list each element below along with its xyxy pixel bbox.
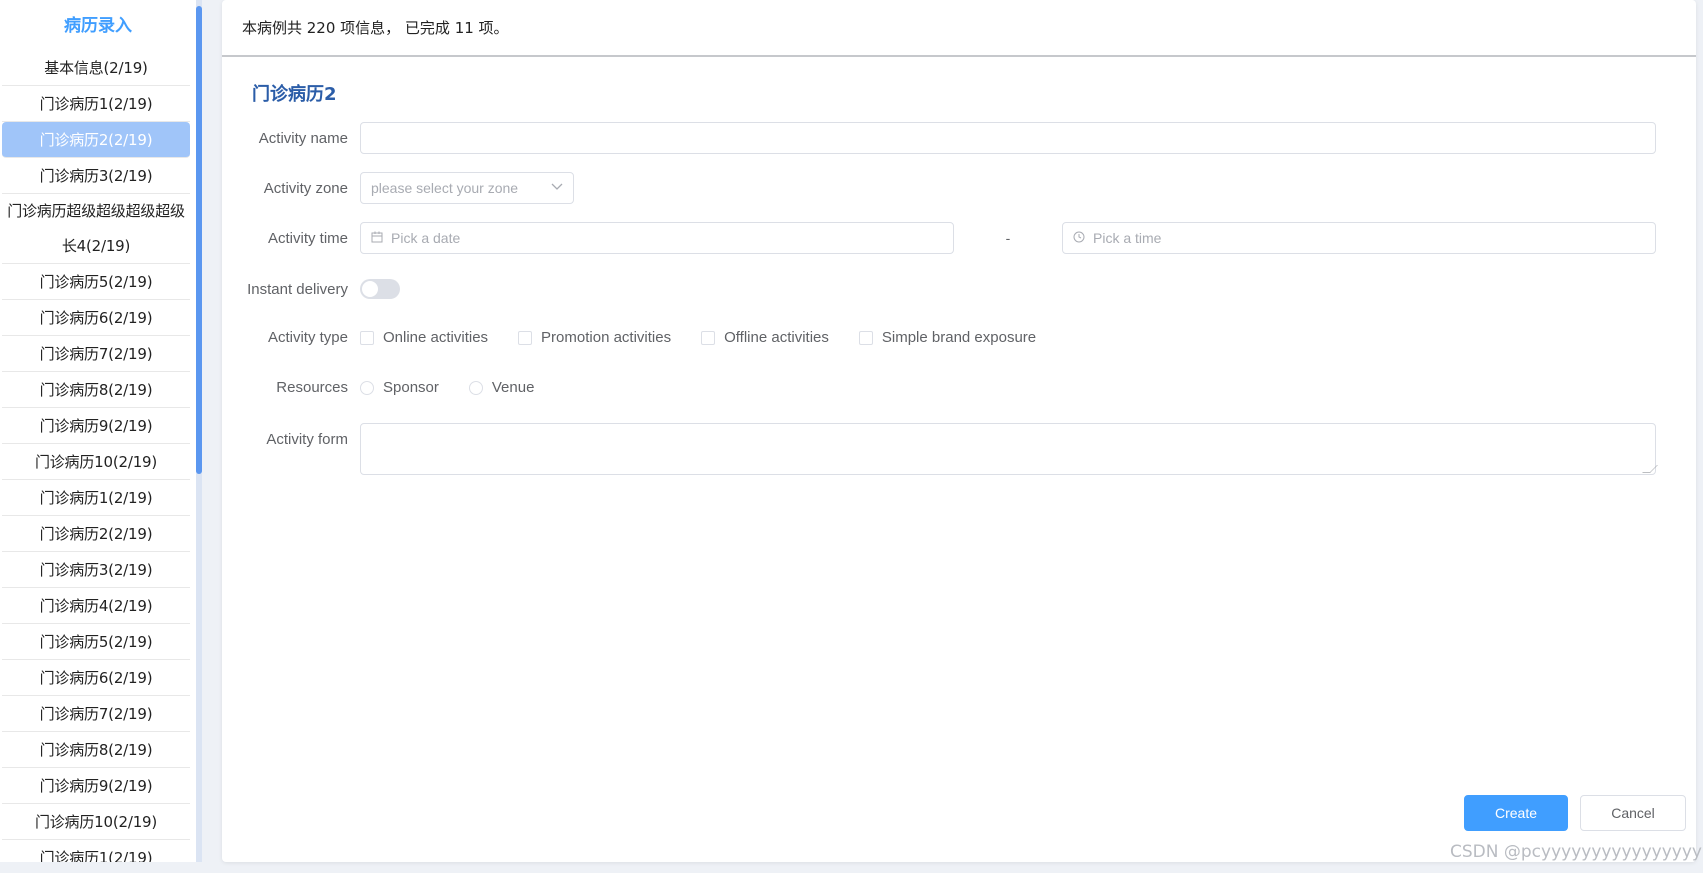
sidebar-item-outpatient-9b[interactable]: 门诊病历9(2/19): [2, 768, 190, 804]
instant-delivery-label: Instant delivery: [247, 280, 348, 298]
progress-summary-text: 本病例共 220 项信息， 已完成 11 项。: [242, 19, 509, 37]
sidebar-item-outpatient-4b[interactable]: 门诊病历4(2/19): [2, 588, 190, 624]
checkbox-box: [701, 330, 716, 345]
clock-icon: [1073, 231, 1085, 246]
sidebar-item-outpatient-1c[interactable]: 门诊病历1(2/19): [2, 840, 190, 862]
sidebar-item-outpatient-8b[interactable]: 门诊病历8(2/19): [2, 732, 190, 768]
activity-name-input[interactable]: [360, 122, 1656, 154]
radio-venue[interactable]: Venue: [468, 379, 535, 396]
radio-circle: [468, 380, 483, 395]
form-row-activity-type: Activity type Online activities Promotio…: [222, 329, 1066, 346]
radio-sponsor[interactable]: Sponsor: [360, 379, 439, 396]
date-placeholder: Pick a date: [391, 230, 461, 246]
activity-type-label: Activity type: [267, 329, 348, 346]
form-row-instant-delivery: Instant delivery: [222, 279, 400, 299]
watermark: CSDN @pcyyyyyyyyyyyyyyyy: [1450, 842, 1702, 862]
time-placeholder: Pick a time: [1093, 230, 1162, 246]
sidebar-item-outpatient-3[interactable]: 门诊病历3(2/19): [2, 158, 190, 194]
form-row-activity-form: Activity form: [222, 423, 1658, 475]
activity-zone-label: Activity zone: [263, 179, 348, 197]
calendar-icon: [371, 231, 383, 246]
section-title: 门诊病历2: [252, 84, 337, 105]
sidebar-list: 基本信息(2/19) 门诊病历1(2/19) 门诊病历2(2/19) 门诊病历3…: [0, 50, 192, 862]
checkbox-simple-brand-exposure[interactable]: Simple brand exposure: [858, 329, 1037, 346]
sidebar-item-outpatient-2b[interactable]: 门诊病历2(2/19): [2, 516, 190, 552]
resize-grip-icon[interactable]: [1642, 465, 1658, 473]
activity-form-textarea[interactable]: [360, 423, 1658, 475]
checkbox-promotion-activities[interactable]: Promotion activities: [518, 329, 671, 346]
switch-knob: [362, 281, 378, 297]
sidebar-item-outpatient-1b[interactable]: 门诊病历1(2/19): [2, 480, 190, 516]
checkbox-offline-activities[interactable]: Offline activities: [701, 329, 829, 346]
checkbox-label: Offline activities: [724, 329, 829, 346]
activity-zone-select[interactable]: please select your zone: [360, 172, 574, 204]
sidebar-item-outpatient-9[interactable]: 门诊病历9(2/19): [2, 408, 190, 444]
resources-label: Resources: [276, 379, 348, 396]
sidebar-item-outpatient-3b[interactable]: 门诊病历3(2/19): [2, 552, 190, 588]
checkbox-box: [858, 330, 873, 345]
sidebar-item-outpatient-2[interactable]: 门诊病历2(2/19): [2, 122, 190, 158]
sidebar-item-basic-info[interactable]: 基本信息(2/19): [2, 50, 190, 86]
checkbox-label: Online activities: [383, 329, 489, 346]
activity-time-label: Activity time: [267, 229, 348, 247]
sidebar-item-outpatient-8[interactable]: 门诊病历8(2/19): [2, 372, 190, 408]
activity-zone-placeholder: please select your zone: [371, 180, 519, 196]
form-row-resources: Resources Sponsor Venue: [222, 379, 564, 396]
sidebar-item-outpatient-7b[interactable]: 门诊病历7(2/19): [2, 696, 190, 732]
sidebar-item-outpatient-6[interactable]: 门诊病历6(2/19): [2, 300, 190, 336]
activity-name-label: Activity name: [258, 129, 348, 147]
chevron-down-icon: [551, 182, 563, 194]
date-picker-input[interactable]: Pick a date: [360, 222, 954, 254]
checkbox-label: Promotion activities: [541, 329, 672, 346]
sidebar: 病历录入 基本信息(2/19) 门诊病历1(2/19) 门诊病历2(2/19) …: [0, 0, 196, 862]
checkbox-box: [360, 330, 374, 345]
progress-summary: 本病例共 220 项信息， 已完成 11 项。: [222, 0, 1696, 57]
form-row-activity-time: Activity time Pick a date - Pick a time: [222, 222, 1656, 254]
time-picker-input[interactable]: Pick a time: [1062, 222, 1656, 254]
sidebar-item-outpatient-7[interactable]: 门诊病历7(2/19): [2, 336, 190, 372]
sidebar-title: 病历录入: [64, 16, 132, 36]
form-row-activity-zone: Activity zone please select your zone: [222, 172, 574, 204]
checkbox-label: Simple brand exposure: [881, 329, 1037, 346]
radio-circle: [360, 380, 374, 395]
main-panel: 本病例共 220 项信息， 已完成 11 项。 门诊病历2 Activity n…: [222, 0, 1696, 862]
sidebar-item-outpatient-1[interactable]: 门诊病历1(2/19): [2, 86, 190, 122]
create-button[interactable]: Create: [1464, 795, 1568, 831]
time-separator: -: [1005, 230, 1011, 246]
sidebar-item-outpatient-5[interactable]: 门诊病历5(2/19): [2, 264, 190, 300]
checkbox-box: [518, 330, 533, 345]
sidebar-item-outpatient-4[interactable]: 门诊病历超级超级超级超级长4(2/19): [2, 194, 190, 264]
sidebar-item-outpatient-10b[interactable]: 门诊病历10(2/19): [2, 804, 190, 840]
form-row-activity-name: Activity name: [222, 122, 1656, 154]
cancel-button[interactable]: Cancel: [1580, 795, 1686, 831]
sidebar-item-outpatient-5b[interactable]: 门诊病历5(2/19): [2, 624, 190, 660]
radio-label: Venue: [491, 379, 535, 396]
sidebar-scrollbar-thumb[interactable]: [196, 6, 202, 474]
radio-label: Sponsor: [383, 379, 439, 396]
sidebar-item-outpatient-6b[interactable]: 门诊病历6(2/19): [2, 660, 190, 696]
activity-form-label: Activity form: [266, 431, 348, 448]
instant-delivery-switch[interactable]: [360, 279, 400, 299]
checkbox-online-activities[interactable]: Online activities: [360, 329, 488, 346]
sidebar-item-outpatient-10[interactable]: 门诊病历10(2/19): [2, 444, 190, 480]
